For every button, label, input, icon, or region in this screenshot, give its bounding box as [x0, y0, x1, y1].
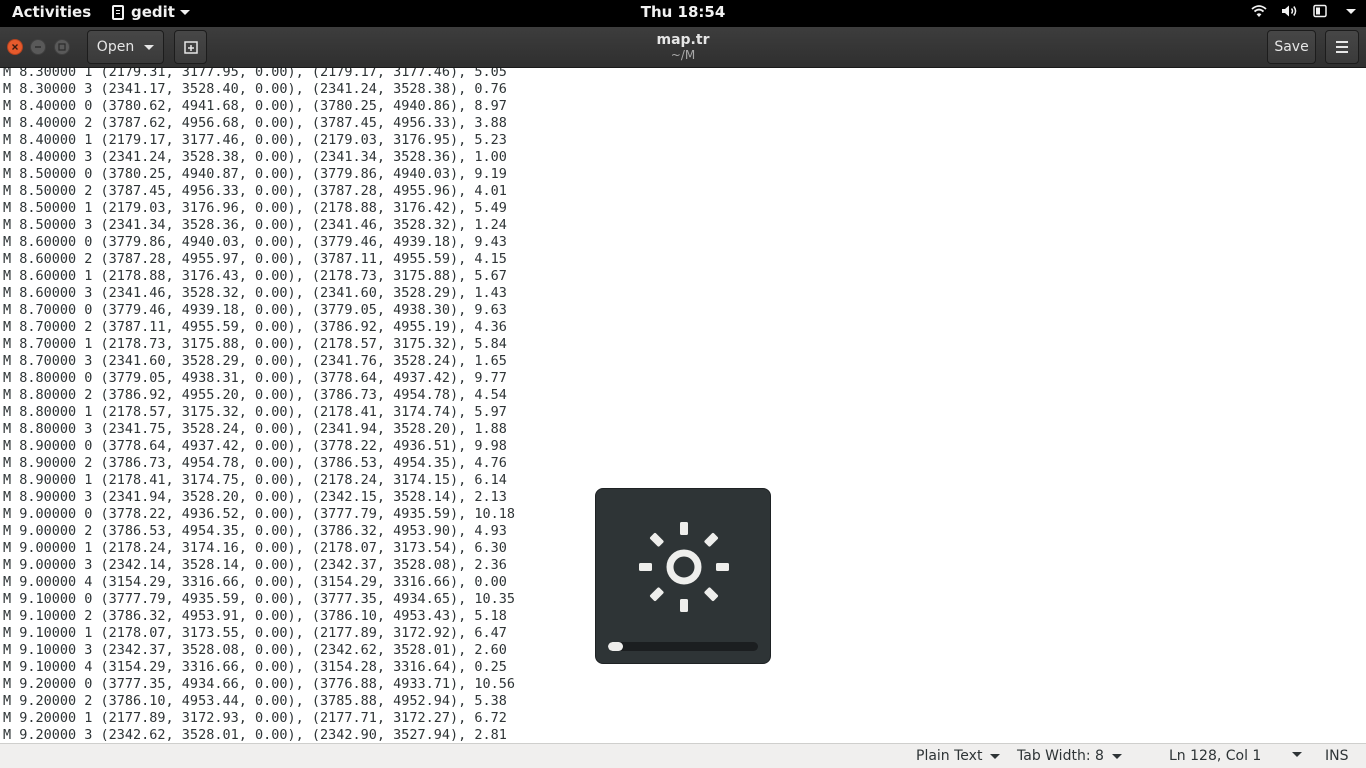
editor-line: M 9.00000 3 (2342.14, 3528.14, 0.00), (2…: [3, 557, 507, 573]
editor-line: M 8.70000 2 (3787.11, 4955.59, 0.00), (3…: [3, 319, 507, 335]
tab-width-label: Tab Width: 8: [1017, 748, 1104, 764]
activities-button[interactable]: Activities: [12, 3, 91, 21]
gedit-app-icon: [112, 4, 124, 20]
wifi-icon: [1251, 5, 1267, 17]
save-button[interactable]: Save: [1267, 30, 1316, 64]
new-document-icon: [183, 41, 198, 54]
editor-line: M 8.70000 0 (3779.46, 4939.18, 0.00), (3…: [3, 302, 507, 318]
editor-line: M 8.30000 3 (2341.17, 3528.40, 0.00), (2…: [3, 81, 507, 97]
new-tab-button[interactable]: [174, 30, 207, 64]
volume-icon: [1282, 5, 1297, 17]
editor-line: M 8.90000 0 (3778.64, 4937.42, 0.00), (3…: [3, 438, 507, 454]
tab-width-selector[interactable]: Tab Width: 8: [1017, 748, 1122, 764]
editor-line: M 8.60000 0 (3779.86, 4940.03, 0.00), (3…: [3, 234, 507, 250]
editor-line: M 9.00000 1 (2178.24, 3174.16, 0.00), (2…: [3, 540, 507, 556]
brightness-level-bar: [608, 642, 758, 651]
editor-line: M 9.00000 2 (3786.53, 4954.35, 0.00), (3…: [3, 523, 507, 539]
editor-line: M 8.90000 2 (3786.73, 4954.78, 0.00), (3…: [3, 455, 507, 471]
insert-mode-indicator: INS: [1325, 748, 1349, 764]
chevron-down-icon: [1292, 752, 1302, 757]
close-icon: [12, 44, 18, 50]
chevron-down-icon: [990, 753, 1001, 759]
battery-icon: [1313, 4, 1327, 18]
close-window-button[interactable]: [7, 39, 23, 55]
editor-line: M 8.50000 1 (2179.03, 3176.96, 0.00), (2…: [3, 200, 507, 216]
cursor-position-label: Ln 128, Col 1: [1169, 748, 1262, 764]
editor-line: M 9.20000 1 (2177.89, 3172.93, 0.00), (2…: [3, 710, 507, 726]
editor-line: M 8.50000 3 (2341.34, 3528.36, 0.00), (2…: [3, 217, 507, 233]
editor-line: M 8.80000 0 (3779.05, 4938.31, 0.00), (3…: [3, 370, 507, 386]
app-menu-label: gedit: [131, 3, 175, 21]
editor-line: M 8.90000 1 (2178.41, 3174.75, 0.00), (2…: [3, 472, 507, 488]
editor-line: M 8.60000 1 (2178.88, 3176.43, 0.00), (2…: [3, 268, 507, 284]
language-label: Plain Text: [916, 748, 983, 764]
open-button[interactable]: Open: [87, 30, 164, 64]
system-menu-caret-icon: [1346, 8, 1356, 14]
editor-line: M 9.00000 4 (3154.29, 3316.66, 0.00), (3…: [3, 574, 507, 590]
editor-line: M 8.40000 2 (3787.62, 4956.68, 0.00), (3…: [3, 115, 507, 131]
editor-line: M 8.90000 3 (2341.94, 3528.20, 0.00), (2…: [3, 489, 507, 505]
editor-line: M 8.80000 3 (2341.75, 3528.24, 0.00), (2…: [3, 421, 507, 437]
editor-line: M 9.20000 3 (2342.62, 3528.01, 0.00), (2…: [3, 727, 507, 743]
app-menu[interactable]: gedit: [112, 3, 190, 21]
chevron-down-icon: [1111, 753, 1122, 759]
editor-line: M 9.10000 4 (3154.29, 3316.66, 0.00), (3…: [3, 659, 507, 675]
editor-line: M 9.10000 2 (3786.32, 4953.91, 0.00), (3…: [3, 608, 507, 624]
editor-line: M 8.60000 3 (2341.46, 3528.32, 0.00), (2…: [3, 285, 507, 301]
chevron-down-icon: [144, 44, 155, 50]
editor-lines: M 8.30000 1 (2179.31, 3177.95, 0.00), (2…: [3, 68, 515, 743]
system-tray[interactable]: [1251, 4, 1356, 18]
editor-line: M 9.10000 1 (2178.07, 3173.55, 0.00), (2…: [3, 625, 507, 641]
cursor-position[interactable]: Ln 128, Col 1: [1169, 748, 1261, 764]
top-bar: Activities gedit Thu 18:54: [0, 0, 1366, 27]
editor-line: M 8.70000 1 (2178.73, 3175.88, 0.00), (2…: [3, 336, 507, 352]
editor-line: M 9.10000 0 (3777.79, 4935.59, 0.00), (3…: [3, 591, 516, 607]
header-bar: Open map.tr ~/M Save: [0, 27, 1366, 68]
brightness-osd: [595, 488, 771, 664]
brightness-icon: [639, 522, 729, 612]
minimize-window-button[interactable]: [30, 39, 46, 55]
editor-line: M 8.50000 2 (3787.45, 4956.33, 0.00), (3…: [3, 183, 507, 199]
maximize-window-button[interactable]: [54, 39, 70, 55]
minimize-icon: [35, 46, 41, 48]
editor-line: M 9.00000 0 (3778.22, 4936.52, 0.00), (3…: [3, 506, 516, 522]
hamburger-menu-button[interactable]: [1325, 30, 1359, 64]
editor-line: M 8.40000 0 (3780.62, 4941.68, 0.00), (3…: [3, 98, 507, 114]
status-bar: Plain Text Tab Width: 8 Ln 128, Col 1 IN…: [0, 743, 1366, 768]
editor-line: M 9.20000 2 (3786.10, 4953.44, 0.00), (3…: [3, 693, 507, 709]
go-to-line-dropdown[interactable]: [1284, 752, 1302, 757]
editor-line: M 8.50000 0 (3780.25, 4940.87, 0.00), (3…: [3, 166, 507, 182]
maximize-icon: [58, 43, 66, 51]
editor-line: M 9.20000 0 (3777.35, 4934.66, 0.00), (3…: [3, 676, 516, 692]
editor-line: M 8.40000 3 (2341.24, 3528.38, 0.00), (2…: [3, 149, 507, 165]
clock[interactable]: Thu 18:54: [641, 3, 726, 21]
editor-line: M 8.40000 1 (2179.17, 3177.46, 0.00), (2…: [3, 132, 507, 148]
editor-line: M 8.80000 1 (2178.57, 3175.32, 0.00), (2…: [3, 404, 507, 420]
editor-line: M 9.10000 3 (2342.37, 3528.08, 0.00), (2…: [3, 642, 507, 658]
language-selector[interactable]: Plain Text: [916, 748, 1001, 764]
brightness-level-fill: [608, 642, 623, 651]
editor-line: M 8.60000 2 (3787.28, 4955.97, 0.00), (3…: [3, 251, 507, 267]
app-menu-caret-icon: [179, 9, 190, 15]
open-button-label: Open: [96, 39, 135, 55]
hamburger-icon: [1336, 41, 1348, 43]
editor-line: M 8.70000 3 (2341.60, 3528.29, 0.00), (2…: [3, 353, 507, 369]
editor-line: M 8.80000 2 (3786.92, 4955.20, 0.00), (3…: [3, 387, 507, 403]
editor-line: M 8.30000 1 (2179.31, 3177.95, 0.00), (2…: [3, 68, 507, 80]
